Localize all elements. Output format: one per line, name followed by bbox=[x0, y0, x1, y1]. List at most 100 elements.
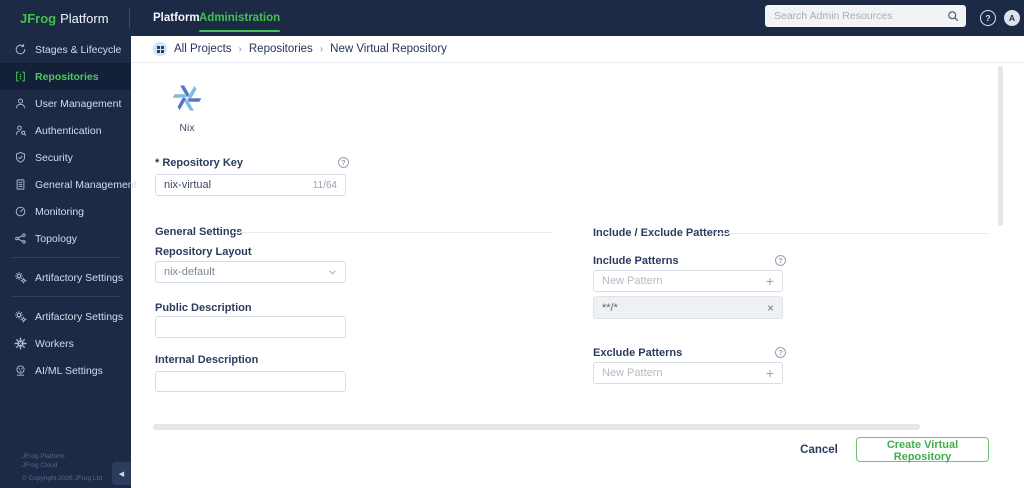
vertical-scrollbar[interactable] bbox=[998, 66, 1003, 226]
exclude-patterns-help-icon[interactable]: ? bbox=[775, 347, 786, 358]
include-pattern-item: **/* × bbox=[593, 296, 783, 319]
char-counter: 11/64 bbox=[312, 179, 337, 191]
repository-key-field: 11/64 bbox=[155, 174, 346, 196]
breadcrumb-current-page: New Virtual Repository bbox=[330, 43, 447, 55]
breadcrumb-separator: › bbox=[238, 43, 242, 55]
internal-description-input[interactable] bbox=[156, 375, 345, 388]
sidebar-item-label: Authentication bbox=[35, 124, 102, 137]
lifecycle-icon bbox=[14, 43, 27, 56]
sidebar-item-artifactory-settings-1[interactable]: Artifactory Settings bbox=[0, 264, 131, 291]
horizontal-scrollbar[interactable] bbox=[153, 424, 920, 430]
sidebar-item-stages-lifecycle[interactable]: Stages & Lifecycle bbox=[0, 36, 131, 63]
project-icon[interactable] bbox=[153, 42, 167, 56]
include-patterns-help-icon[interactable]: ? bbox=[775, 255, 786, 266]
sidebar-item-user-management[interactable]: User Management bbox=[0, 90, 131, 117]
sidebar-item-label: Artifactory Settings bbox=[35, 271, 124, 284]
footer-copyright: © Copyright 2026 JFrog Ltd bbox=[22, 474, 102, 482]
public-description-field bbox=[155, 316, 346, 338]
sidebar-divider bbox=[12, 296, 119, 297]
sidebar-item-monitoring[interactable]: Monitoring bbox=[0, 198, 131, 225]
sidebar-item-label: User Management bbox=[35, 97, 122, 110]
sidebar-item-artifactory-settings-2[interactable]: Artifactory Settings bbox=[0, 303, 131, 330]
document-icon bbox=[14, 178, 27, 191]
sidebar-item-label: Monitoring bbox=[35, 205, 85, 218]
include-pattern-input[interactable] bbox=[594, 275, 766, 287]
breadcrumb: All Projects › Repositories › New Virtua… bbox=[131, 36, 1024, 63]
collapse-arrow-icon: ◀ bbox=[118, 470, 125, 478]
logo-brand: JFrog bbox=[20, 10, 57, 26]
remove-pattern-button[interactable]: × bbox=[767, 302, 774, 314]
include-pattern-value: **/* bbox=[602, 301, 618, 314]
sidebar-collapse-button[interactable]: ◀ bbox=[112, 462, 131, 485]
tab-administration-label: Administration bbox=[199, 12, 281, 24]
sidebar-item-label: Security bbox=[35, 151, 73, 164]
cancel-button[interactable]: Cancel bbox=[791, 438, 847, 462]
breadcrumb-all-projects[interactable]: All Projects bbox=[174, 43, 232, 55]
gears-icon bbox=[14, 271, 27, 284]
jfrog-logo[interactable]: JFrog Platform bbox=[20, 0, 109, 36]
sidebar-item-security[interactable]: Security bbox=[0, 144, 131, 171]
jfrog-admin-screen: JFrog Platform Platform Administration ?… bbox=[0, 0, 1024, 488]
help-icon: ? bbox=[985, 13, 991, 23]
ai-ml-icon bbox=[14, 364, 27, 377]
public-description-label: Public Description bbox=[155, 302, 252, 314]
main-content: All Projects › Repositories › New Virtua… bbox=[131, 36, 1024, 488]
sidebar-item-general-management[interactable]: General Management bbox=[0, 171, 137, 198]
repository-layout-label: Repository Layout bbox=[155, 246, 252, 258]
user-key-icon bbox=[14, 124, 27, 137]
sidebar-item-authentication[interactable]: Authentication bbox=[0, 117, 131, 144]
worker-gear-icon bbox=[14, 337, 27, 350]
user-avatar[interactable]: A bbox=[1004, 10, 1020, 26]
sidebar-item-aiml-settings[interactable]: AI/ML Settings bbox=[0, 357, 131, 384]
help-button[interactable]: ? bbox=[980, 10, 996, 26]
topbar-divider bbox=[129, 8, 130, 28]
help-glyph: ? bbox=[778, 348, 783, 357]
tab-platform-label: Platform bbox=[153, 12, 200, 24]
help-glyph: ? bbox=[341, 158, 346, 167]
topology-icon bbox=[14, 232, 27, 245]
exclude-patterns-label: Exclude Patterns bbox=[593, 347, 683, 359]
repository-layout-select[interactable]: nix-default bbox=[155, 261, 346, 283]
repositories-icon bbox=[14, 70, 27, 83]
search-input[interactable] bbox=[765, 10, 947, 22]
sidebar-item-label: Workers bbox=[35, 337, 74, 350]
tab-administration[interactable]: Administration bbox=[199, 0, 281, 36]
section-divider bbox=[715, 233, 988, 234]
sidebar-item-topology[interactable]: Topology bbox=[0, 225, 131, 252]
avatar-letter: A bbox=[1008, 13, 1016, 23]
repository-key-help-icon[interactable]: ? bbox=[338, 157, 349, 168]
sidebar: Stages & Lifecycle Repositories User Man… bbox=[0, 36, 137, 488]
add-include-pattern-button[interactable]: + bbox=[766, 274, 782, 288]
sidebar-item-label: Artifactory Settings bbox=[35, 310, 124, 323]
public-description-input[interactable] bbox=[156, 321, 345, 333]
sidebar-item-label: General Management bbox=[35, 178, 137, 191]
footer-platform-label: JFrog Platform bbox=[22, 452, 65, 460]
logo-product: Platform bbox=[60, 10, 109, 26]
sidebar-item-workers[interactable]: Workers bbox=[0, 330, 131, 357]
user-icon bbox=[14, 97, 27, 110]
internal-description-label: Internal Description bbox=[155, 354, 259, 366]
help-glyph: ? bbox=[778, 256, 783, 265]
exclude-pattern-input[interactable] bbox=[594, 367, 766, 379]
section-divider bbox=[233, 232, 553, 233]
repository-key-label: * Repository Key bbox=[155, 157, 244, 169]
breadcrumb-repositories[interactable]: Repositories bbox=[249, 43, 313, 55]
footer-cloud-label: JFrog Cloud bbox=[22, 461, 58, 469]
package-type-tile: Nix bbox=[172, 83, 202, 134]
include-pattern-field: + bbox=[593, 270, 783, 292]
patterns-section-title: Include / Exclude Patterns bbox=[593, 227, 730, 239]
sidebar-item-label: Stages & Lifecycle bbox=[35, 43, 122, 56]
create-virtual-repository-button[interactable]: Create Virtual Repository bbox=[856, 437, 989, 463]
sidebar-item-label: Topology bbox=[35, 232, 78, 245]
tab-platform[interactable]: Platform bbox=[153, 0, 200, 36]
sidebar-item-label: AI/ML Settings bbox=[35, 364, 103, 377]
active-tab-underline bbox=[199, 30, 281, 32]
add-exclude-pattern-button[interactable]: + bbox=[766, 366, 782, 380]
sidebar-item-repositories[interactable]: Repositories bbox=[0, 63, 131, 90]
include-patterns-label: Include Patterns bbox=[593, 255, 679, 267]
repository-key-input[interactable] bbox=[156, 179, 313, 191]
breadcrumb-separator: › bbox=[319, 43, 324, 55]
nix-icon bbox=[172, 85, 202, 111]
gears-icon bbox=[14, 310, 27, 323]
repository-layout-value: nix-default bbox=[164, 266, 215, 278]
